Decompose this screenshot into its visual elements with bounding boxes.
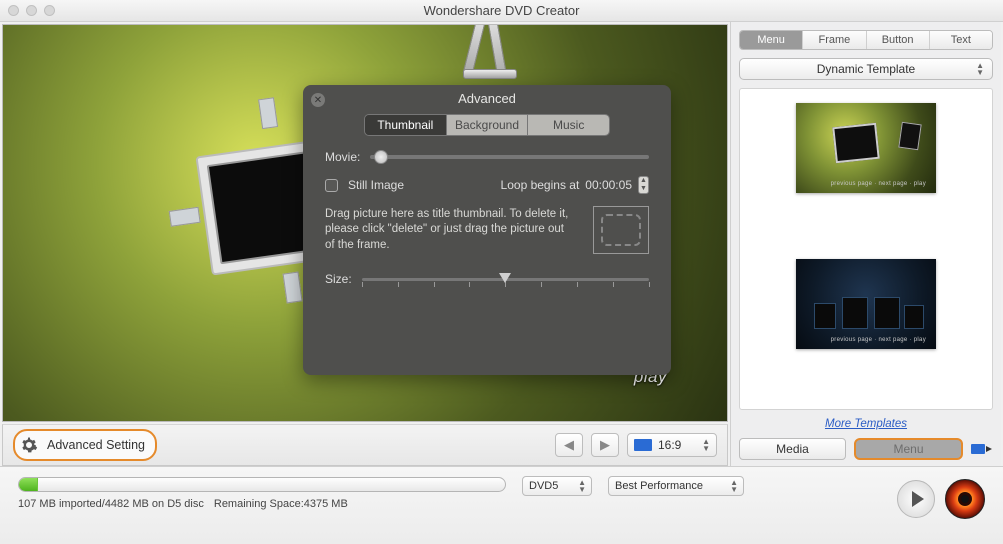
chevron-right-icon: ▶	[600, 437, 610, 453]
media-tab-button[interactable]: Media	[739, 438, 846, 460]
popup-close-icon[interactable]: ✕	[311, 93, 325, 107]
movie-label: Movie:	[325, 150, 360, 164]
still-image-checkbox[interactable]	[325, 179, 338, 192]
tab-thumbnail[interactable]: Thumbnail	[365, 115, 446, 135]
disc-type-select[interactable]: DVD5 ▲▼	[522, 476, 592, 496]
advanced-setting-button[interactable]: Advanced Setting	[13, 429, 157, 461]
progress-fill	[19, 478, 38, 491]
imported-text: 107 MB imported/4482 MB on D5 disc	[18, 498, 204, 510]
tab-button[interactable]: Button	[866, 31, 929, 49]
template-thumbnail[interactable]: previous page · next page · play	[796, 103, 936, 193]
carets-icon: ▲▼	[976, 62, 984, 76]
display-icon	[634, 439, 652, 451]
template-thumbnail[interactable]: previous page · next page · play	[796, 259, 936, 349]
quality-value: Best Performance	[615, 480, 703, 492]
carets-icon: ▲▼	[578, 479, 586, 493]
template-caption: previous page · next page · play	[831, 337, 926, 343]
window-title: Wondershare DVD Creator	[0, 3, 1003, 18]
preview-toggle-icon[interactable]	[971, 441, 993, 457]
thumbnail-drop-zone[interactable]	[593, 206, 649, 254]
preview-toolbar: Advanced Setting ◀ ▶ 16:9 ▲▼	[2, 424, 728, 466]
disc-type-value: DVD5	[529, 480, 558, 492]
menu-preview[interactable]: play ✕ Advanced Thumbnail Background Mus…	[2, 24, 728, 422]
prev-button[interactable]: ◀	[555, 433, 583, 457]
template-list[interactable]: previous page · next page · play previou…	[739, 88, 993, 410]
size-slider[interactable]	[362, 270, 649, 288]
more-templates-link[interactable]: More Templates	[739, 418, 993, 430]
advanced-popup: ✕ Advanced Thumbnail Background Music Mo…	[303, 85, 671, 375]
play-icon	[912, 491, 924, 507]
gear-icon	[19, 435, 39, 455]
movie-slider-knob[interactable]	[374, 150, 388, 164]
burn-button[interactable]	[945, 479, 985, 519]
template-select-label: Dynamic Template	[817, 62, 915, 76]
advanced-tabbar: Thumbnail Background Music	[364, 114, 610, 136]
size-slider-knob[interactable]	[499, 273, 511, 283]
tab-text[interactable]: Text	[929, 31, 992, 49]
preview-play-button[interactable]	[897, 480, 935, 518]
carets-icon: ▲▼	[702, 438, 710, 452]
loop-value: 00:00:05	[585, 178, 632, 192]
loop-stepper[interactable]: ▲▼	[638, 176, 649, 194]
preview-column: play ✕ Advanced Thumbnail Background Mus…	[0, 22, 730, 466]
popup-title: Advanced	[303, 85, 671, 108]
tab-frame[interactable]: Frame	[802, 31, 865, 49]
right-sidebar: Menu Frame Button Text Dynamic Template …	[730, 22, 1001, 466]
disc-space-progress	[18, 477, 506, 492]
sidebar-tabbar: Menu Frame Button Text	[739, 30, 993, 50]
next-button[interactable]: ▶	[591, 433, 619, 457]
aspect-value: 16:9	[658, 438, 681, 452]
chevron-left-icon: ◀	[564, 437, 574, 453]
advanced-setting-label: Advanced Setting	[47, 438, 145, 452]
movie-slider[interactable]	[370, 155, 649, 159]
remaining-text: Remaining Space:4375 MB	[214, 498, 348, 510]
tab-menu[interactable]: Menu	[740, 31, 802, 49]
main-area: play ✕ Advanced Thumbnail Background Mus…	[0, 22, 1003, 466]
quality-select[interactable]: Best Performance ▲▼	[608, 476, 744, 496]
template-caption: previous page · next page · play	[831, 181, 926, 187]
tab-music[interactable]: Music	[527, 115, 609, 135]
menu-tab-button[interactable]: Menu	[854, 438, 963, 460]
loop-label: Loop begins at	[501, 178, 580, 192]
drop-outline-icon	[601, 214, 641, 246]
carets-icon: ▲▼	[730, 479, 738, 493]
sidebar-bottom-tabs: Media Menu	[739, 438, 993, 460]
template-select[interactable]: Dynamic Template ▲▼	[739, 58, 993, 80]
titlebar: Wondershare DVD Creator	[0, 0, 1003, 22]
footer-bar: 107 MB imported/4482 MB on D5 disc Remai…	[0, 466, 1003, 544]
size-label: Size:	[325, 272, 352, 286]
aspect-ratio-select[interactable]: 16:9 ▲▼	[627, 433, 717, 457]
drop-instructions: Drag picture here as title thumbnail. To…	[325, 207, 575, 254]
tab-background[interactable]: Background	[446, 115, 528, 135]
still-image-label: Still Image	[348, 178, 404, 192]
